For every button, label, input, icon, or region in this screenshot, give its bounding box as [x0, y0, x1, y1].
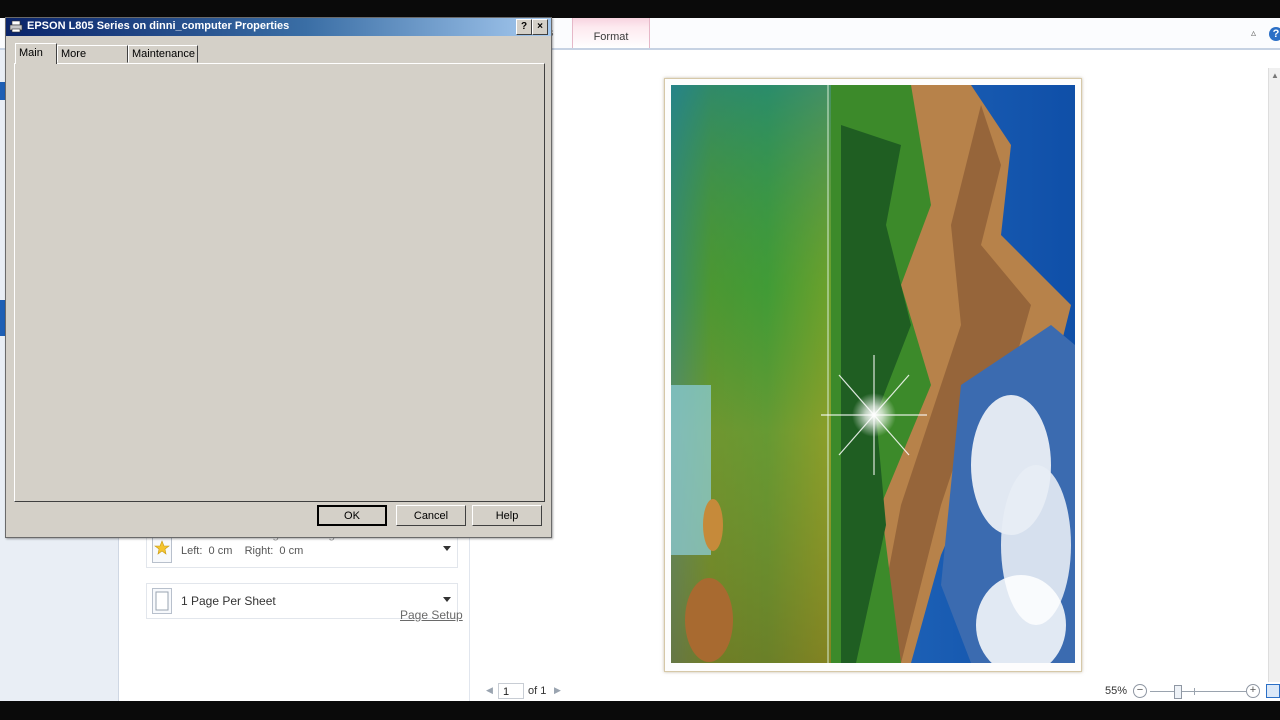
preview-page	[664, 78, 1082, 672]
current-page-input[interactable]: 1	[498, 683, 524, 699]
triangle-left-icon[interactable]: ◀	[486, 685, 493, 696]
page-icon	[152, 588, 172, 614]
ok-button[interactable]: OK	[317, 505, 387, 526]
minus-circle-icon[interactable]: −	[1133, 684, 1147, 698]
tab-main-panel	[14, 63, 545, 502]
tab-maintenance[interactable]: Maintenance	[128, 45, 198, 63]
chevron-down-icon	[443, 597, 451, 602]
page-setup-link[interactable]: Page Setup	[400, 608, 463, 622]
close-icon[interactable]: ×	[532, 19, 548, 35]
preview-status-bar: ◀ 1 of 1 ▶ 55% − +	[470, 682, 1280, 701]
triangle-right-icon[interactable]: ▶	[554, 685, 561, 696]
star-page-icon	[152, 537, 172, 563]
page-count-label: of 1	[528, 685, 547, 697]
plus-circle-icon[interactable]: +	[1246, 684, 1260, 698]
tab-more-options[interactable]: More Options	[57, 45, 128, 77]
zoom-slider-center-tick	[1194, 688, 1195, 695]
help-button[interactable]: Help	[472, 505, 542, 526]
zoom-to-page-icon[interactable]	[1266, 684, 1280, 698]
ribbon-tab-format[interactable]: Format	[572, 18, 650, 48]
dialog-title: EPSON L805 Series on dinni_computer Prop…	[27, 20, 290, 32]
cancel-button[interactable]: Cancel	[396, 505, 466, 526]
dialog-title-bar[interactable]: EPSON L805 Series on dinni_computer Prop…	[6, 18, 551, 36]
printer-properties-dialog: EPSON L805 Series on dinni_computer Prop…	[5, 17, 552, 538]
preview-vertical-scrollbar[interactable]: ▲ ▼	[1268, 68, 1280, 701]
screen-top-band	[0, 0, 1280, 18]
pages-per-sheet-label: 1 Page Per Sheet	[181, 594, 276, 608]
margins-setting-detail: Left: 0 cm Right: 0 cm	[181, 545, 304, 557]
tab-main[interactable]: Main	[15, 43, 57, 64]
zoom-level-label[interactable]: 55%	[1105, 685, 1127, 697]
printer-icon	[9, 20, 23, 33]
chevron-up-icon[interactable]: ▵	[1251, 28, 1263, 40]
scroll-up-icon[interactable]: ▲	[1271, 71, 1279, 80]
chevron-down-icon	[443, 546, 451, 551]
help-icon[interactable]: ?	[1269, 27, 1280, 41]
print-preview-area	[470, 50, 1268, 701]
help-icon[interactable]: ?	[516, 19, 532, 35]
preview-photo	[671, 85, 1075, 663]
screen-bottom-band	[0, 701, 1280, 720]
zoom-slider-thumb[interactable]	[1174, 685, 1182, 699]
zoom-slider-track[interactable]	[1150, 691, 1246, 692]
